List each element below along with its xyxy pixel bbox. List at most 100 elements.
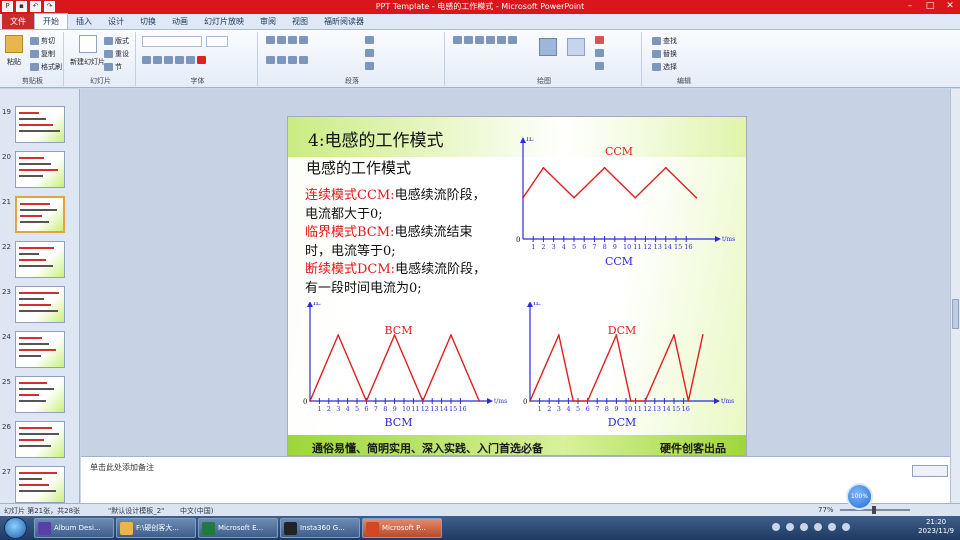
notes-pane[interactable]: 单击此处添加备注: [81, 456, 950, 503]
taskbar-item-label: Album Desi...: [54, 524, 101, 532]
font-size-select[interactable]: [206, 36, 228, 47]
align-center-icon[interactable]: [277, 56, 286, 64]
waveform-segment: [673, 334, 690, 402]
quick-styles-button[interactable]: [567, 38, 585, 58]
minimize-button[interactable]: –: [900, 0, 920, 14]
smartart-button[interactable]: [365, 62, 374, 70]
numbering-icon[interactable]: [277, 36, 286, 44]
align-text-button[interactable]: [365, 49, 374, 57]
rectangle-shape-icon[interactable]: [453, 36, 462, 44]
tray-icon-4[interactable]: [814, 523, 822, 531]
tray-icon-1[interactable]: [772, 523, 780, 531]
font-color-icon[interactable]: [197, 56, 206, 64]
new-slide-button[interactable]: 新建幻灯片: [70, 35, 105, 67]
align-buttons[interactable]: [266, 56, 308, 64]
slide-thumbnail[interactable]: [15, 151, 65, 188]
vertical-scrollbar[interactable]: [950, 89, 960, 503]
align-right-icon[interactable]: [288, 56, 297, 64]
slide-thumbnail[interactable]: [15, 466, 65, 503]
taskbar-item[interactable]: Album Desi...: [34, 518, 114, 538]
italic-icon[interactable]: [153, 56, 162, 64]
start-button[interactable]: [4, 517, 27, 539]
shapes-gallery[interactable]: [453, 36, 517, 44]
bullets-icon[interactable]: [266, 36, 275, 44]
select-button[interactable]: 选择: [652, 62, 677, 72]
network-icon[interactable]: [828, 523, 836, 531]
shape-fill-button[interactable]: [595, 36, 604, 44]
thumbnail-text-line: [19, 337, 42, 339]
dcm-chart[interactable]: IL t/ms 0 1 2 3 4 5 6 7 8 9 10 11 12 13 14 15 16 DCM DCM: [520, 302, 742, 432]
slide-thumbnail[interactable]: [15, 241, 65, 278]
arrow-shape-icon[interactable]: [486, 36, 495, 44]
tab-insert[interactable]: 插入: [68, 14, 100, 29]
slide-title[interactable]: 4:电感的工作模式: [308, 126, 444, 151]
paste-button[interactable]: 粘贴: [5, 35, 23, 67]
tab-file[interactable]: 文件: [2, 14, 34, 29]
scrollbar-thumb[interactable]: [952, 299, 959, 329]
section-button[interactable]: 节: [104, 62, 122, 72]
view-switcher[interactable]: [912, 465, 948, 477]
taskbar-item[interactable]: Microsoft E...: [198, 518, 278, 538]
slide-thumbnail[interactable]: [15, 421, 65, 458]
ccm-chart[interactable]: IL t/ms 0 1 2 3 4 5 6 7 8 9 10 11 12 13 14 15 16 CCM CCM: [513, 137, 743, 277]
shape-effects-button[interactable]: [595, 62, 604, 70]
tray-icon-3[interactable]: [800, 523, 808, 531]
bold-icon[interactable]: [142, 56, 151, 64]
star-shape-icon[interactable]: [508, 36, 517, 44]
decrease-indent-icon[interactable]: [288, 36, 297, 44]
floating-recorder-button[interactable]: 100%: [846, 483, 873, 510]
slide-canvas[interactable]: 4:电感的工作模式 电感的工作模式 连续模式CCM:电感续流阶段，电流都大于0;…: [287, 116, 747, 456]
layout-button[interactable]: 版式: [104, 36, 129, 46]
oval-shape-icon[interactable]: [464, 36, 473, 44]
slide-thumbnail[interactable]: [15, 286, 65, 323]
tray-icon-2[interactable]: [786, 523, 794, 531]
tab-slideshow[interactable]: 幻灯片放映: [196, 14, 252, 29]
list-buttons[interactable]: [266, 36, 308, 44]
strikethrough-icon[interactable]: [175, 56, 184, 64]
increase-indent-icon[interactable]: [299, 36, 308, 44]
maximize-button[interactable]: □: [920, 0, 940, 14]
taskbar-item[interactable]: Insta360 G...: [280, 518, 360, 538]
line-shape-icon[interactable]: [475, 36, 484, 44]
volume-icon[interactable]: [842, 523, 850, 531]
cut-button[interactable]: 剪切: [30, 36, 55, 46]
slide-thumbnail[interactable]: [15, 106, 65, 143]
taskbar-item[interactable]: Microsoft P...: [362, 518, 442, 538]
text-direction-button[interactable]: [365, 36, 374, 44]
slide-subtitle[interactable]: 电感的工作模式: [306, 157, 411, 178]
justify-icon[interactable]: [299, 56, 308, 64]
replace-button[interactable]: 替换: [652, 49, 677, 59]
slide-thumbnail[interactable]: [15, 196, 65, 233]
font-format-buttons[interactable]: [142, 56, 206, 64]
zoom-slider-knob[interactable]: [872, 506, 876, 514]
bcm-chart[interactable]: IL t/ms 0 1 2 3 4 5 6 7 8 9 10 11 12 13 14 15 16 BCM BCM: [300, 302, 515, 432]
align-left-icon[interactable]: [266, 56, 275, 64]
tab-design[interactable]: 设计: [100, 14, 132, 29]
find-button[interactable]: 查找: [652, 36, 677, 46]
clock[interactable]: 21:20 2023/11/9: [918, 518, 954, 536]
arrange-button[interactable]: [539, 38, 557, 58]
bcm-label: 临界模式BCM:: [305, 225, 395, 240]
tab-review[interactable]: 审阅: [252, 14, 284, 29]
underline-icon[interactable]: [164, 56, 173, 64]
waveform-point: [664, 166, 667, 169]
copy-button[interactable]: 复制: [30, 49, 55, 59]
tab-animations[interactable]: 动画: [164, 14, 196, 29]
font-family-select[interactable]: [142, 36, 202, 47]
slide-thumbnail-panel[interactable]: 19 20 21 22 23 24 25 26 27: [0, 89, 80, 503]
slide-thumbnail[interactable]: [15, 376, 65, 413]
taskbar-item[interactable]: F:\硬创客大...: [116, 518, 196, 538]
format-painter-button[interactable]: 格式刷: [30, 62, 62, 72]
shadow-icon[interactable]: [186, 56, 195, 64]
tab-transitions[interactable]: 切换: [132, 14, 164, 29]
reset-button[interactable]: 重设: [104, 49, 129, 59]
close-button[interactable]: ✕: [940, 0, 960, 14]
slide-thumbnail[interactable]: [15, 331, 65, 368]
waveform-segment: [558, 334, 574, 402]
tab-view[interactable]: 视图: [284, 14, 316, 29]
shape-outline-button[interactable]: [595, 49, 604, 57]
slide-body-text[interactable]: 连续模式CCM:电感续流阶段，电流都大于0; 临界模式BCM:电感续流结束时，电…: [305, 187, 495, 298]
tab-home[interactable]: 开始: [34, 13, 68, 29]
tab-foxit[interactable]: 福昕阅读器: [316, 14, 372, 29]
triangle-shape-icon[interactable]: [497, 36, 506, 44]
